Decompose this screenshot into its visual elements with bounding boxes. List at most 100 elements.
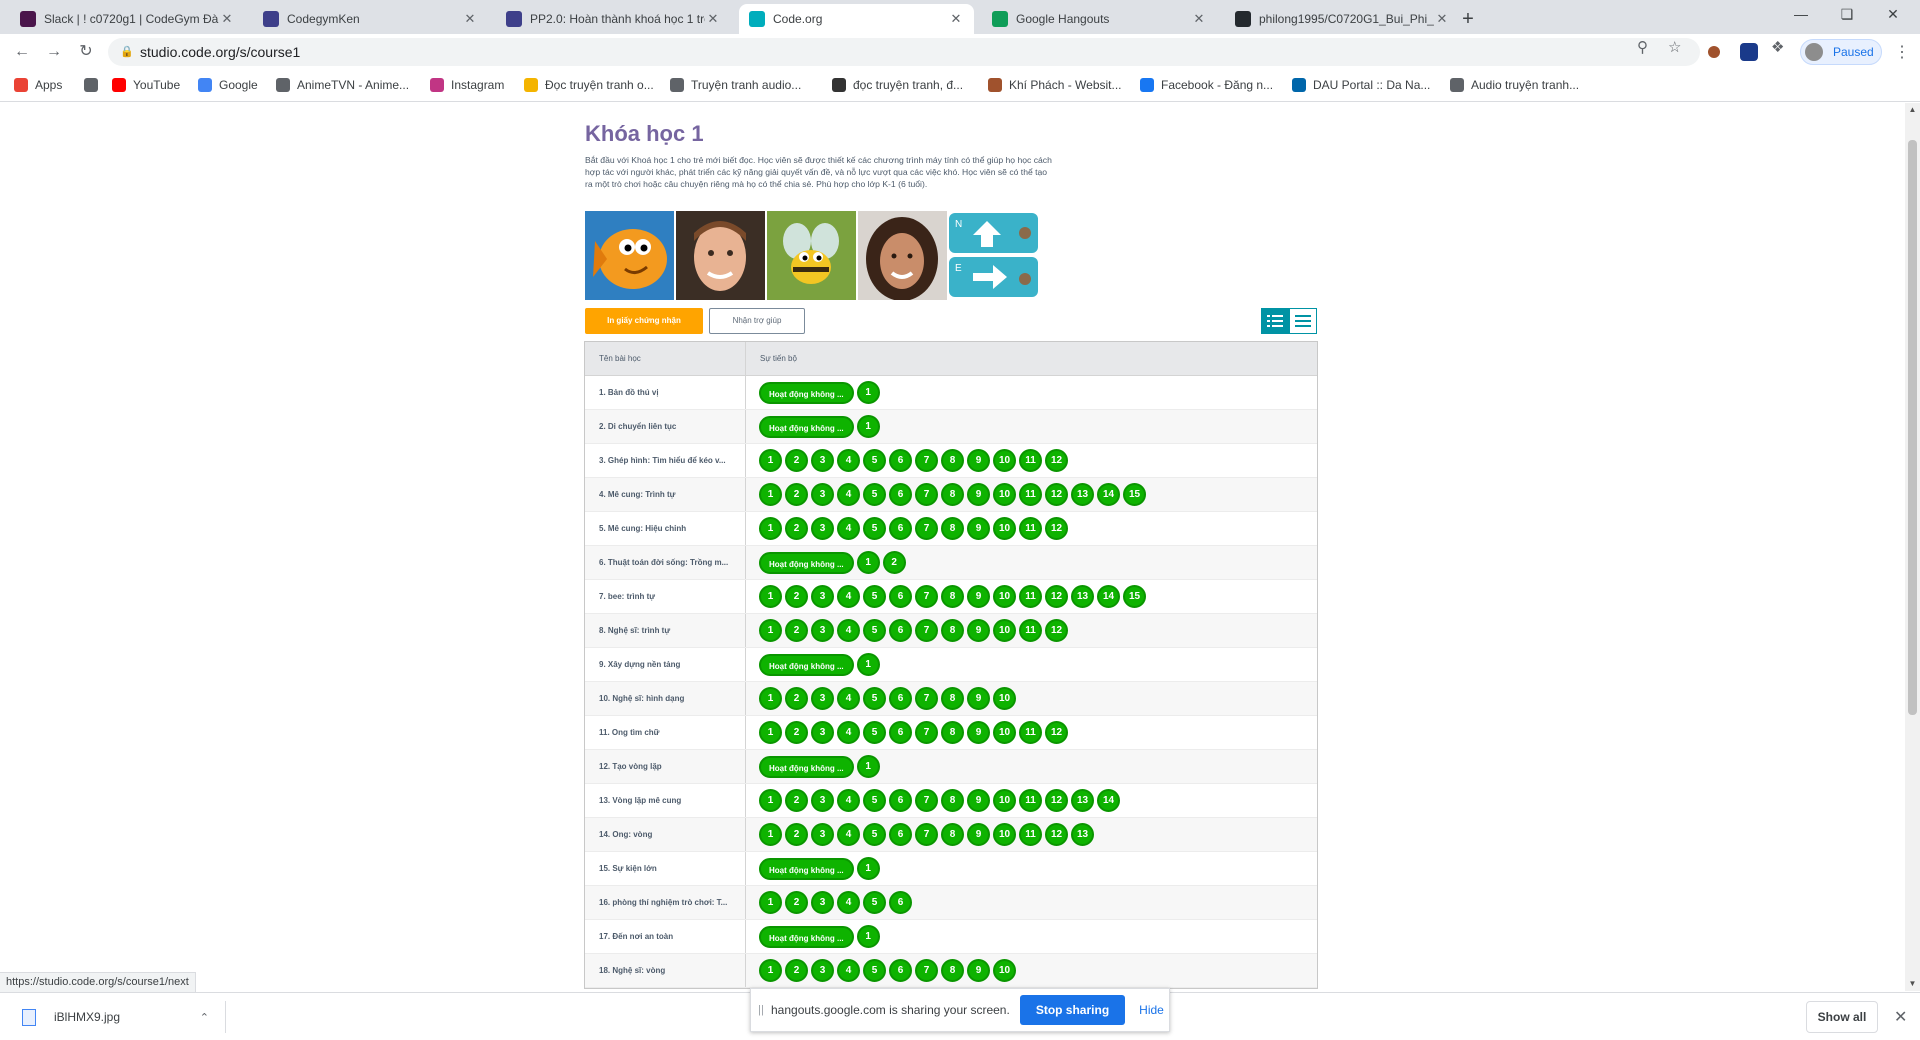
level-bubble[interactable]: 2	[785, 585, 808, 608]
lesson-name[interactable]: 10. Nghệ sĩ: hình dạng	[585, 682, 746, 715]
level-bubble[interactable]: 1	[759, 823, 782, 846]
level-bubble[interactable]: 7	[915, 449, 938, 472]
level-bubble[interactable]: 5	[863, 687, 886, 710]
level-bubble[interactable]: 1	[759, 789, 782, 812]
level-bubble[interactable]: 9	[967, 687, 990, 710]
lesson-name[interactable]: 17. Đến nơi an toàn	[585, 920, 746, 953]
profile-button[interactable]: Paused	[1800, 39, 1882, 65]
level-bubble[interactable]: 1	[856, 925, 880, 948]
level-bubble[interactable]: 6	[889, 585, 912, 608]
bookmark-item[interactable]: Google	[198, 78, 258, 92]
level-bubble[interactable]: 1	[856, 653, 880, 676]
unplugged-activity-pill[interactable]: Hoạt động không ...	[759, 857, 854, 880]
zoom-icon[interactable]: ⚲	[1637, 38, 1648, 56]
level-bubble[interactable]: 10	[993, 721, 1016, 744]
level-bubble[interactable]: 3	[811, 449, 834, 472]
lesson-name[interactable]: 1. Bản đồ thú vị	[585, 376, 746, 409]
lesson-name[interactable]: 16. phòng thí nghiệm trò chơi: T...	[585, 886, 746, 919]
drag-handle-icon[interactable]: ||	[751, 1004, 771, 1016]
level-bubble[interactable]: 7	[915, 721, 938, 744]
level-bubble[interactable]: 11	[1019, 517, 1042, 540]
back-button[interactable]: ←	[10, 40, 34, 64]
level-bubble[interactable]: 4	[837, 823, 860, 846]
level-bubble[interactable]: 1	[759, 449, 782, 472]
level-bubble[interactable]: 2	[785, 721, 808, 744]
lesson-name[interactable]: 5. Mê cung: Hiệu chỉnh	[585, 512, 746, 545]
bookmark-item[interactable]: AnimeTVN - Anime...	[276, 78, 409, 92]
level-bubble[interactable]: 8	[941, 517, 964, 540]
tab-close-icon[interactable]: ✕	[1191, 11, 1207, 27]
lesson-name[interactable]: 12. Tạo vòng lặp	[585, 750, 746, 783]
level-bubble[interactable]: 6	[889, 687, 912, 710]
level-bubble[interactable]: 7	[915, 585, 938, 608]
detail-view-button[interactable]	[1261, 308, 1289, 334]
level-bubble[interactable]: 10	[993, 585, 1016, 608]
level-bubble[interactable]: 1	[856, 415, 880, 438]
lesson-name[interactable]: 13. Vòng lặp mê cung	[585, 784, 746, 817]
bookmark-star-icon[interactable]: ☆	[1668, 38, 1681, 56]
level-bubble[interactable]: 8	[941, 449, 964, 472]
level-bubble[interactable]: 4	[837, 483, 860, 506]
bookmark-item[interactable]: Truyện tranh audio...	[670, 78, 801, 92]
level-bubble[interactable]: 13	[1071, 823, 1094, 846]
level-bubble[interactable]: 6	[889, 517, 912, 540]
bookmark-item[interactable]: YouTube	[112, 78, 180, 92]
level-bubble[interactable]: 8	[941, 721, 964, 744]
browser-tab[interactable]: Slack | ! c0720g1 | CodeGym Đà Nẵng✕	[10, 4, 245, 34]
level-bubble[interactable]: 10	[993, 619, 1016, 642]
level-bubble[interactable]: 3	[811, 721, 834, 744]
level-bubble[interactable]: 3	[811, 823, 834, 846]
level-bubble[interactable]: 9	[967, 449, 990, 472]
level-bubble[interactable]: 10	[993, 789, 1016, 812]
level-bubble[interactable]: 1	[759, 959, 782, 982]
puzzle-extensions-icon[interactable]: ❖	[1771, 38, 1784, 56]
page-scrollbar[interactable]: ▲ ▼	[1905, 103, 1920, 991]
level-bubble[interactable]: 4	[837, 619, 860, 642]
menu-kebab-icon[interactable]: ⋮	[1894, 42, 1910, 62]
level-bubble[interactable]: 11	[1019, 789, 1042, 812]
level-bubble[interactable]: 6	[889, 823, 912, 846]
level-bubble[interactable]: 1	[759, 619, 782, 642]
bookmark-item[interactable]	[84, 78, 105, 92]
level-bubble[interactable]: 3	[811, 483, 834, 506]
level-bubble[interactable]: 1	[759, 517, 782, 540]
lesson-name[interactable]: 18. Nghệ sĩ: vòng	[585, 954, 746, 987]
lesson-name[interactable]: 3. Ghép hình: Tìm hiểu để kéo v...	[585, 444, 746, 477]
level-bubble[interactable]: 11	[1019, 721, 1042, 744]
level-bubble[interactable]: 5	[863, 823, 886, 846]
tab-close-icon[interactable]: ✕	[948, 11, 964, 27]
level-bubble[interactable]: 5	[863, 721, 886, 744]
level-bubble[interactable]: 5	[863, 959, 886, 982]
level-bubble[interactable]: 4	[837, 449, 860, 472]
level-bubble[interactable]: 1	[759, 483, 782, 506]
level-bubble[interactable]: 1	[759, 891, 782, 914]
level-bubble[interactable]: 13	[1071, 789, 1094, 812]
level-bubble[interactable]: 1	[759, 585, 782, 608]
bookmark-item[interactable]: đọc truyện tranh, đ...	[832, 78, 963, 92]
lesson-name[interactable]: 14. Ong: vòng	[585, 818, 746, 851]
level-bubble[interactable]: 8	[941, 687, 964, 710]
level-bubble[interactable]: 4	[837, 517, 860, 540]
level-bubble[interactable]: 11	[1019, 449, 1042, 472]
level-bubble[interactable]: 6	[889, 483, 912, 506]
level-bubble[interactable]: 14	[1097, 585, 1120, 608]
scroll-down-icon[interactable]: ▼	[1908, 979, 1917, 988]
summary-view-button[interactable]	[1289, 308, 1317, 334]
level-bubble[interactable]: 3	[811, 789, 834, 812]
level-bubble[interactable]: 3	[811, 517, 834, 540]
level-bubble[interactable]: 2	[882, 551, 906, 574]
level-bubble[interactable]: 12	[1045, 619, 1068, 642]
bookmark-item[interactable]: DAU Portal :: Da Na...	[1292, 78, 1430, 92]
level-bubble[interactable]: 12	[1045, 585, 1068, 608]
tab-close-icon[interactable]: ✕	[1434, 11, 1450, 27]
level-bubble[interactable]: 13	[1071, 585, 1094, 608]
level-bubble[interactable]: 11	[1019, 823, 1042, 846]
level-bubble[interactable]: 3	[811, 687, 834, 710]
level-bubble[interactable]: 9	[967, 619, 990, 642]
lesson-name[interactable]: 6. Thuật toán đời sống: Trồng m...	[585, 546, 746, 579]
level-bubble[interactable]: 12	[1045, 789, 1068, 812]
level-bubble[interactable]: 5	[863, 619, 886, 642]
level-bubble[interactable]: 8	[941, 959, 964, 982]
level-bubble[interactable]: 9	[967, 789, 990, 812]
level-bubble[interactable]: 2	[785, 449, 808, 472]
